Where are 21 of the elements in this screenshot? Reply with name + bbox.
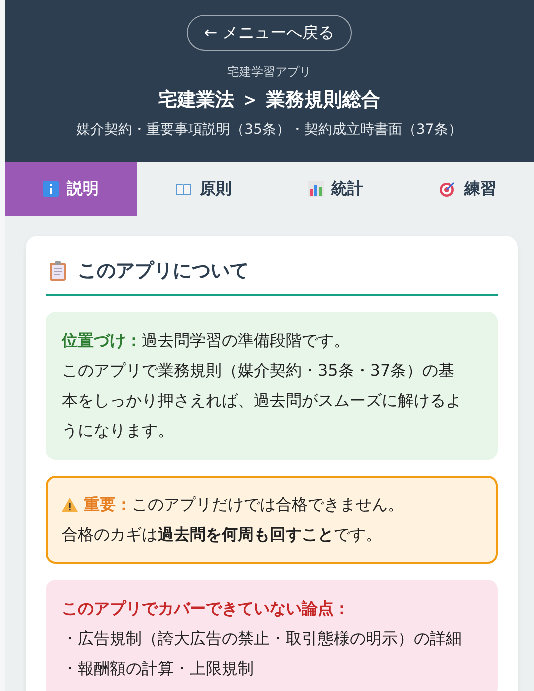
page-title: 宅建業法 ＞ 業務規則総合 (158, 88, 381, 113)
note-text: 合格のカギは過去問を何周も回すことです。 (62, 524, 382, 546)
note-label: 重要： (84, 494, 132, 516)
note-text: ・広告規制（誇大広告の禁止・取引態様の明示）の詳細 (62, 628, 462, 650)
note-text: このアプリで業務規則（媒介契約・35条・37条）の基本をしっかり押さえれば、過去問がスムーズに解けるようになります。 (62, 360, 463, 442)
clipboard-icon (50, 261, 66, 281)
app-name: 宅建学習アプリ (228, 64, 312, 81)
book-icon (174, 182, 192, 196)
tab[interactable]: 説明 (5, 162, 138, 216)
note-text: このアプリだけでは合格できません。 (132, 494, 404, 516)
note-text: 過去問学習の準備段階です。 (142, 330, 350, 352)
note-label: 位置づけ： (62, 330, 142, 352)
page-subtitle: 媒介契約・重要事項説明（35条）・契約成立時書面（37条） (76, 121, 462, 139)
section-heading: このアプリについて (78, 259, 249, 284)
info-icon (43, 181, 60, 197)
target-icon (439, 180, 456, 198)
bar-chart-icon (308, 181, 324, 197)
warning-icon (62, 498, 78, 512)
note-label: このアプリでカバーできていない論点： (62, 598, 350, 620)
note-text: ・報酬額の計算・上限規制 (62, 658, 254, 680)
back-to-menu-button[interactable]: ← メニューへ戻る (187, 15, 352, 51)
